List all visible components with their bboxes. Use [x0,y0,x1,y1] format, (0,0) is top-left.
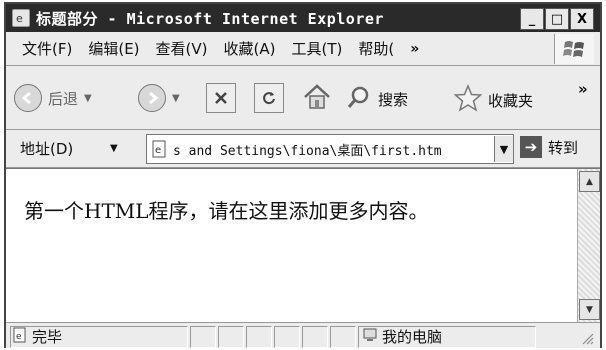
toolbar: 后退 ▼ ▼ 搜索 收藏夹 » [6,66,600,130]
home-icon [302,82,332,116]
menu-help[interactable]: 帮助( [358,38,394,59]
back-button[interactable]: 后退 ▼ [14,84,92,112]
go-button[interactable]: ➔ 转到 [520,136,578,158]
back-label: 后退 [48,89,79,108]
status-pane-1 [190,326,216,348]
window-title: 标题部分 - Microsoft Internet Explorer [36,9,384,28]
status-pane-5 [302,326,328,348]
menu-edit[interactable]: 编辑(E) [88,38,139,59]
refresh-icon [254,83,284,113]
address-toggle-chevron-down-icon[interactable]: ▼ [110,143,118,154]
address-input[interactable]: e s and Settings\fiona\桌面\first.htm ▼ [146,134,514,164]
status-pane-3 [246,326,272,348]
address-label: 地址(D) [20,140,74,158]
menu-overflow-chevron-icon[interactable]: » [410,41,419,57]
page-content: 第一个HTML程序，请在这里添加更多内容。 ▲ ▼ [6,168,600,322]
status-pane-2 [218,326,244,348]
svg-text:e: e [155,145,161,156]
stop-icon [206,83,236,113]
menu-favorites[interactable]: 收藏(A) [224,38,276,59]
browser-window: e 标题部分 - Microsoft Internet Explorer _ □… [4,2,602,348]
zone-text: 我的电脑 [382,328,443,346]
ie-icon: e [12,9,30,27]
search-icon [346,84,372,114]
minimize-button[interactable]: _ [520,8,544,30]
go-arrow-icon: ➔ [520,136,542,158]
status-main-pane [10,326,188,348]
toolbar-overflow-chevron-icon[interactable]: » [578,80,588,98]
menu-view[interactable]: 查看(V) [156,38,208,59]
status-bar: e 完毕 我的电脑 [6,322,600,348]
stop-button[interactable] [206,83,236,113]
close-button[interactable]: X [570,8,594,30]
status-pane-6 [330,326,356,348]
address-bar: 地址(D) ▼ e s and Settings\fiona\桌面\first.… [6,130,600,168]
refresh-button[interactable] [254,83,284,113]
favorites-button[interactable]: 收藏夹 [453,84,534,116]
scroll-down-icon[interactable]: ▼ [579,299,600,320]
menu-tools[interactable]: 工具(T) [291,38,342,59]
vertical-scrollbar[interactable]: ▲ ▼ [577,169,600,322]
forward-button[interactable]: ▼ [138,84,180,112]
title-bar: e 标题部分 - Microsoft Internet Explorer _ □… [6,4,600,32]
menu-bar: 文件(F) 编辑(E) 查看(V) 收藏(A) 工具(T) 帮助( » [6,32,600,66]
page-text: 第一个HTML程序，请在这里添加更多内容。 [24,199,429,223]
scroll-up-icon[interactable]: ▲ [579,171,600,192]
search-label: 搜索 [378,90,409,109]
maximize-button[interactable]: □ [545,8,569,30]
home-button[interactable] [302,82,332,116]
menu-file[interactable]: 文件(F) [22,38,72,59]
star-icon [453,84,483,116]
go-label: 转到 [548,138,579,157]
page-icon: e [150,139,170,159]
svg-text:e: e [16,12,23,24]
status-zone: 我的电脑 [362,326,442,347]
resize-grip-icon[interactable] [580,331,594,345]
windows-logo-icon [554,34,594,64]
forward-arrow-icon [138,84,166,112]
back-dropdown-chevron-down-icon[interactable]: ▼ [84,93,92,104]
computer-icon [362,327,378,347]
address-value[interactable]: s and Settings\fiona\桌面\first.htm [173,140,494,159]
status-pane-4 [274,326,300,348]
favorites-label: 收藏夹 [488,91,534,110]
search-button[interactable]: 搜索 [346,84,408,114]
back-arrow-icon [14,84,42,112]
forward-dropdown-chevron-down-icon[interactable]: ▼ [172,93,180,104]
address-dropdown-chevron-down-icon[interactable]: ▼ [494,136,513,162]
